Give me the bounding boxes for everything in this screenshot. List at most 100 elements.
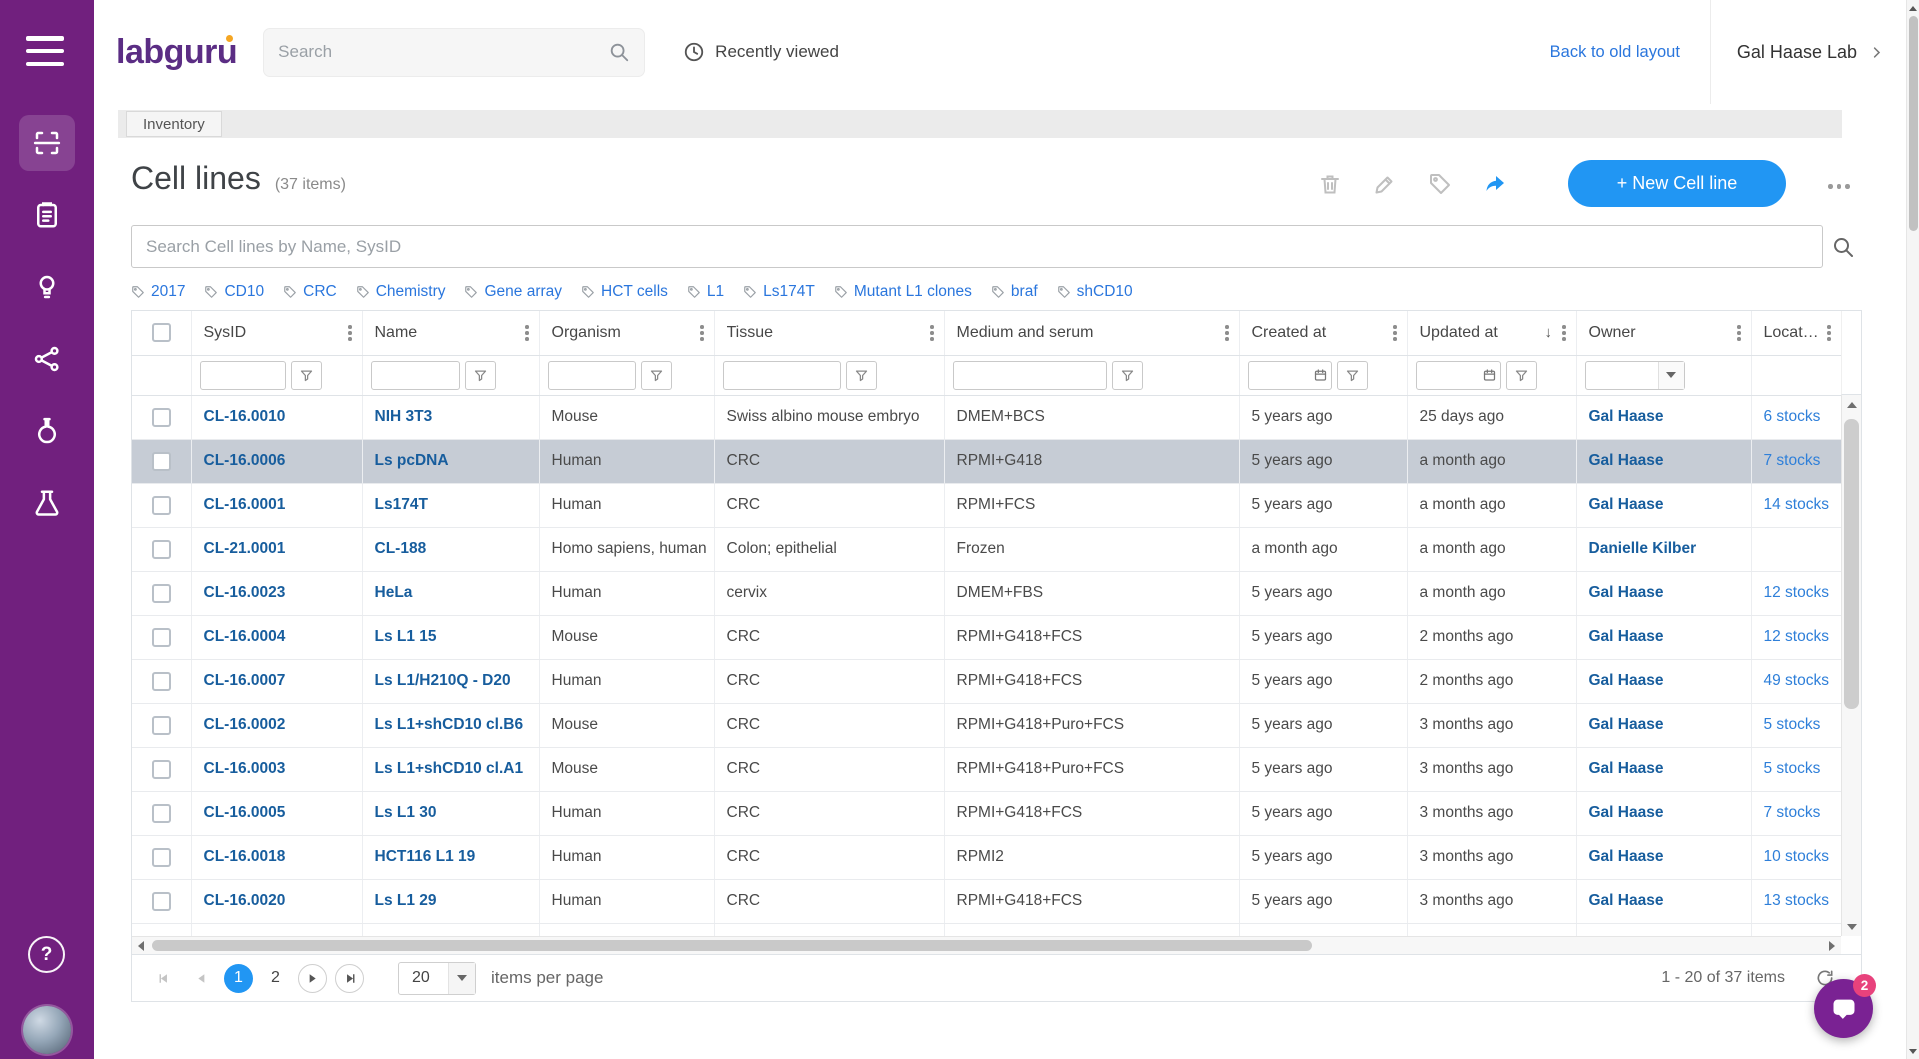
name-link[interactable]: Ls L1+shCD10 cl.A1 <box>375 760 524 777</box>
previous-page-button[interactable] <box>187 964 216 993</box>
page-button-1[interactable]: 1 <box>224 964 253 993</box>
calendar-button[interactable] <box>1313 368 1328 383</box>
location-link[interactable]: 7 stocks <box>1764 804 1821 821</box>
filter-select-owner[interactable] <box>1585 361 1685 390</box>
calendar-button[interactable] <box>1482 368 1497 383</box>
sysid-link[interactable]: CL-16.0003 <box>204 760 286 777</box>
lab-switcher[interactable]: Gal Haase Lab <box>1737 42 1884 63</box>
last-page-button[interactable] <box>335 964 364 993</box>
owner-link[interactable]: Gal Haase <box>1589 452 1664 469</box>
sysid-link[interactable]: CL-16.0005 <box>204 804 286 821</box>
row-checkbox[interactable] <box>152 892 171 911</box>
location-link[interactable]: 10 stocks <box>1764 848 1829 865</box>
column-header-created-at[interactable]: Created at <box>1239 311 1407 355</box>
sysid-link[interactable]: CL-16.0006 <box>204 452 286 469</box>
tag-gene-array[interactable]: Gene array <box>464 283 562 301</box>
owner-link[interactable]: Gal Haase <box>1589 408 1664 425</box>
sidebar-item-molecule-network[interactable] <box>19 331 75 387</box>
location-link[interactable]: 12 stocks <box>1764 628 1829 645</box>
column-header-location[interactable]: Location <box>1751 311 1841 355</box>
sysid-link[interactable]: CL-16.0007 <box>204 672 286 689</box>
location-link[interactable]: 7 stocks <box>1764 452 1821 469</box>
sidebar-item-ideas-bulb[interactable] <box>19 259 75 315</box>
column-menu-button[interactable] <box>1220 321 1234 345</box>
name-link[interactable]: Ls L1 30 <box>375 804 437 821</box>
row-checkbox[interactable] <box>152 628 171 647</box>
column-menu-button[interactable] <box>695 321 709 345</box>
row-checkbox[interactable] <box>152 760 171 779</box>
scroll-down-button[interactable] <box>1842 917 1861 936</box>
tag-braf[interactable]: braf <box>991 283 1038 301</box>
column-header-updated-at[interactable]: Updated at↓ <box>1407 311 1576 355</box>
column-header-tissue[interactable]: Tissue <box>714 311 944 355</box>
column-menu-button[interactable] <box>1388 321 1402 345</box>
page-button-2[interactable]: 2 <box>261 964 290 993</box>
column-header-owner[interactable]: Owner <box>1576 311 1751 355</box>
location-link[interactable]: 12 stocks <box>1764 584 1829 601</box>
location-link[interactable]: 13 stocks <box>1764 892 1829 909</box>
cell-lines-search-input[interactable] <box>132 226 1822 267</box>
table-row[interactable]: CL-16.0020Ls L1 29HumanCRCRPMI+G418+FCS5… <box>132 879 1841 923</box>
scroll-right-button[interactable] <box>1823 937 1841 954</box>
owner-link[interactable]: Gal Haase <box>1589 892 1664 909</box>
sysid-link[interactable]: CL-16.0018 <box>204 848 286 865</box>
column-header-organism[interactable]: Organism <box>539 311 714 355</box>
tag-crc[interactable]: CRC <box>283 283 337 301</box>
breadcrumb-inventory[interactable]: Inventory <box>126 111 222 137</box>
table-row[interactable]: CL-16.0010NIH 3T3MouseSwiss albino mouse… <box>132 395 1841 439</box>
table-horizontal-scrollbar[interactable] <box>132 936 1841 954</box>
table-row[interactable]: CL-16.0007Ls L1/H210Q - D20HumanCRCRPMI+… <box>132 659 1841 703</box>
next-page-button[interactable] <box>298 964 327 993</box>
column-header-medium-and-serum[interactable]: Medium and serum <box>944 311 1239 355</box>
tag-l1[interactable]: L1 <box>687 283 724 301</box>
location-link[interactable]: 5 stocks <box>1764 760 1821 777</box>
select-all-checkbox[interactable] <box>152 323 171 342</box>
tag-chemistry[interactable]: Chemistry <box>356 283 446 301</box>
table-row[interactable]: CL-16.0004Ls L1 15MouseCRCRPMI+G418+FCS5… <box>132 615 1841 659</box>
owner-link[interactable]: Gal Haase <box>1589 804 1664 821</box>
tag-items-button[interactable] <box>1428 172 1452 199</box>
table-row[interactable]: CL-16.0002Ls L1+shCD10 cl.B6MouseCRCRPMI… <box>132 703 1841 747</box>
filter-funnel-button[interactable] <box>641 361 672 390</box>
filter-input-medium-and-serum[interactable] <box>953 361 1108 390</box>
row-checkbox[interactable] <box>152 452 171 471</box>
row-checkbox[interactable] <box>152 672 171 691</box>
row-checkbox[interactable] <box>152 408 171 427</box>
filter-funnel-button[interactable] <box>291 361 322 390</box>
filter-funnel-button[interactable] <box>1337 361 1368 390</box>
owner-link[interactable]: Gal Haase <box>1589 848 1664 865</box>
table-row[interactable]: CL-16.0003Ls L1+shCD10 cl.A1MouseCRCRPMI… <box>132 747 1841 791</box>
table-row[interactable]: CL-16.0001Ls174THumanCRCRPMI+FCS5 years … <box>132 483 1841 527</box>
page-scroll-thumb[interactable] <box>1909 16 1918 231</box>
filter-input-sysid[interactable] <box>200 361 286 390</box>
filter-funnel-button[interactable] <box>1506 361 1537 390</box>
column-menu-button[interactable] <box>1732 321 1746 345</box>
sysid-link[interactable]: CL-16.0001 <box>204 496 286 513</box>
column-menu-button[interactable] <box>520 321 534 345</box>
labguru-logo[interactable]: labguru <box>116 33 237 72</box>
sysid-link[interactable]: CL-16.0004 <box>204 628 286 645</box>
page-vertical-scrollbar[interactable] <box>1906 0 1919 1059</box>
filter-input-name[interactable] <box>371 361 461 390</box>
recently-viewed-button[interactable]: Recently viewed <box>683 41 839 63</box>
name-link[interactable]: HeLa <box>375 584 413 601</box>
row-checkbox[interactable] <box>152 848 171 867</box>
name-link[interactable]: Ls L1+shCD10 cl.B6 <box>375 716 524 733</box>
page-size-select[interactable]: 20 <box>398 962 476 995</box>
more-options-button[interactable] <box>1822 178 1856 195</box>
location-link[interactable]: 14 stocks <box>1764 496 1829 513</box>
name-link[interactable]: Ls pcDNA <box>375 452 449 469</box>
column-menu-button[interactable] <box>1557 321 1571 345</box>
table-row[interactable]: CL-16.0018HCT116 L1 19HumanCRCRPMI25 yea… <box>132 835 1841 879</box>
tag-ls174t[interactable]: Ls174T <box>743 283 815 301</box>
sysid-link[interactable]: CL-21.0001 <box>204 540 286 557</box>
owner-link[interactable]: Gal Haase <box>1589 496 1664 513</box>
owner-link[interactable]: Gal Haase <box>1589 716 1664 733</box>
name-link[interactable]: CL-188 <box>375 540 427 557</box>
help-button[interactable]: ? <box>28 936 65 973</box>
first-page-button[interactable] <box>150 964 179 993</box>
global-search[interactable] <box>263 28 645 77</box>
sidebar-item-inventory-scanner[interactable] <box>19 115 75 171</box>
table-vertical-scrollbar[interactable] <box>1841 395 1861 936</box>
owner-link[interactable]: Gal Haase <box>1589 672 1664 689</box>
